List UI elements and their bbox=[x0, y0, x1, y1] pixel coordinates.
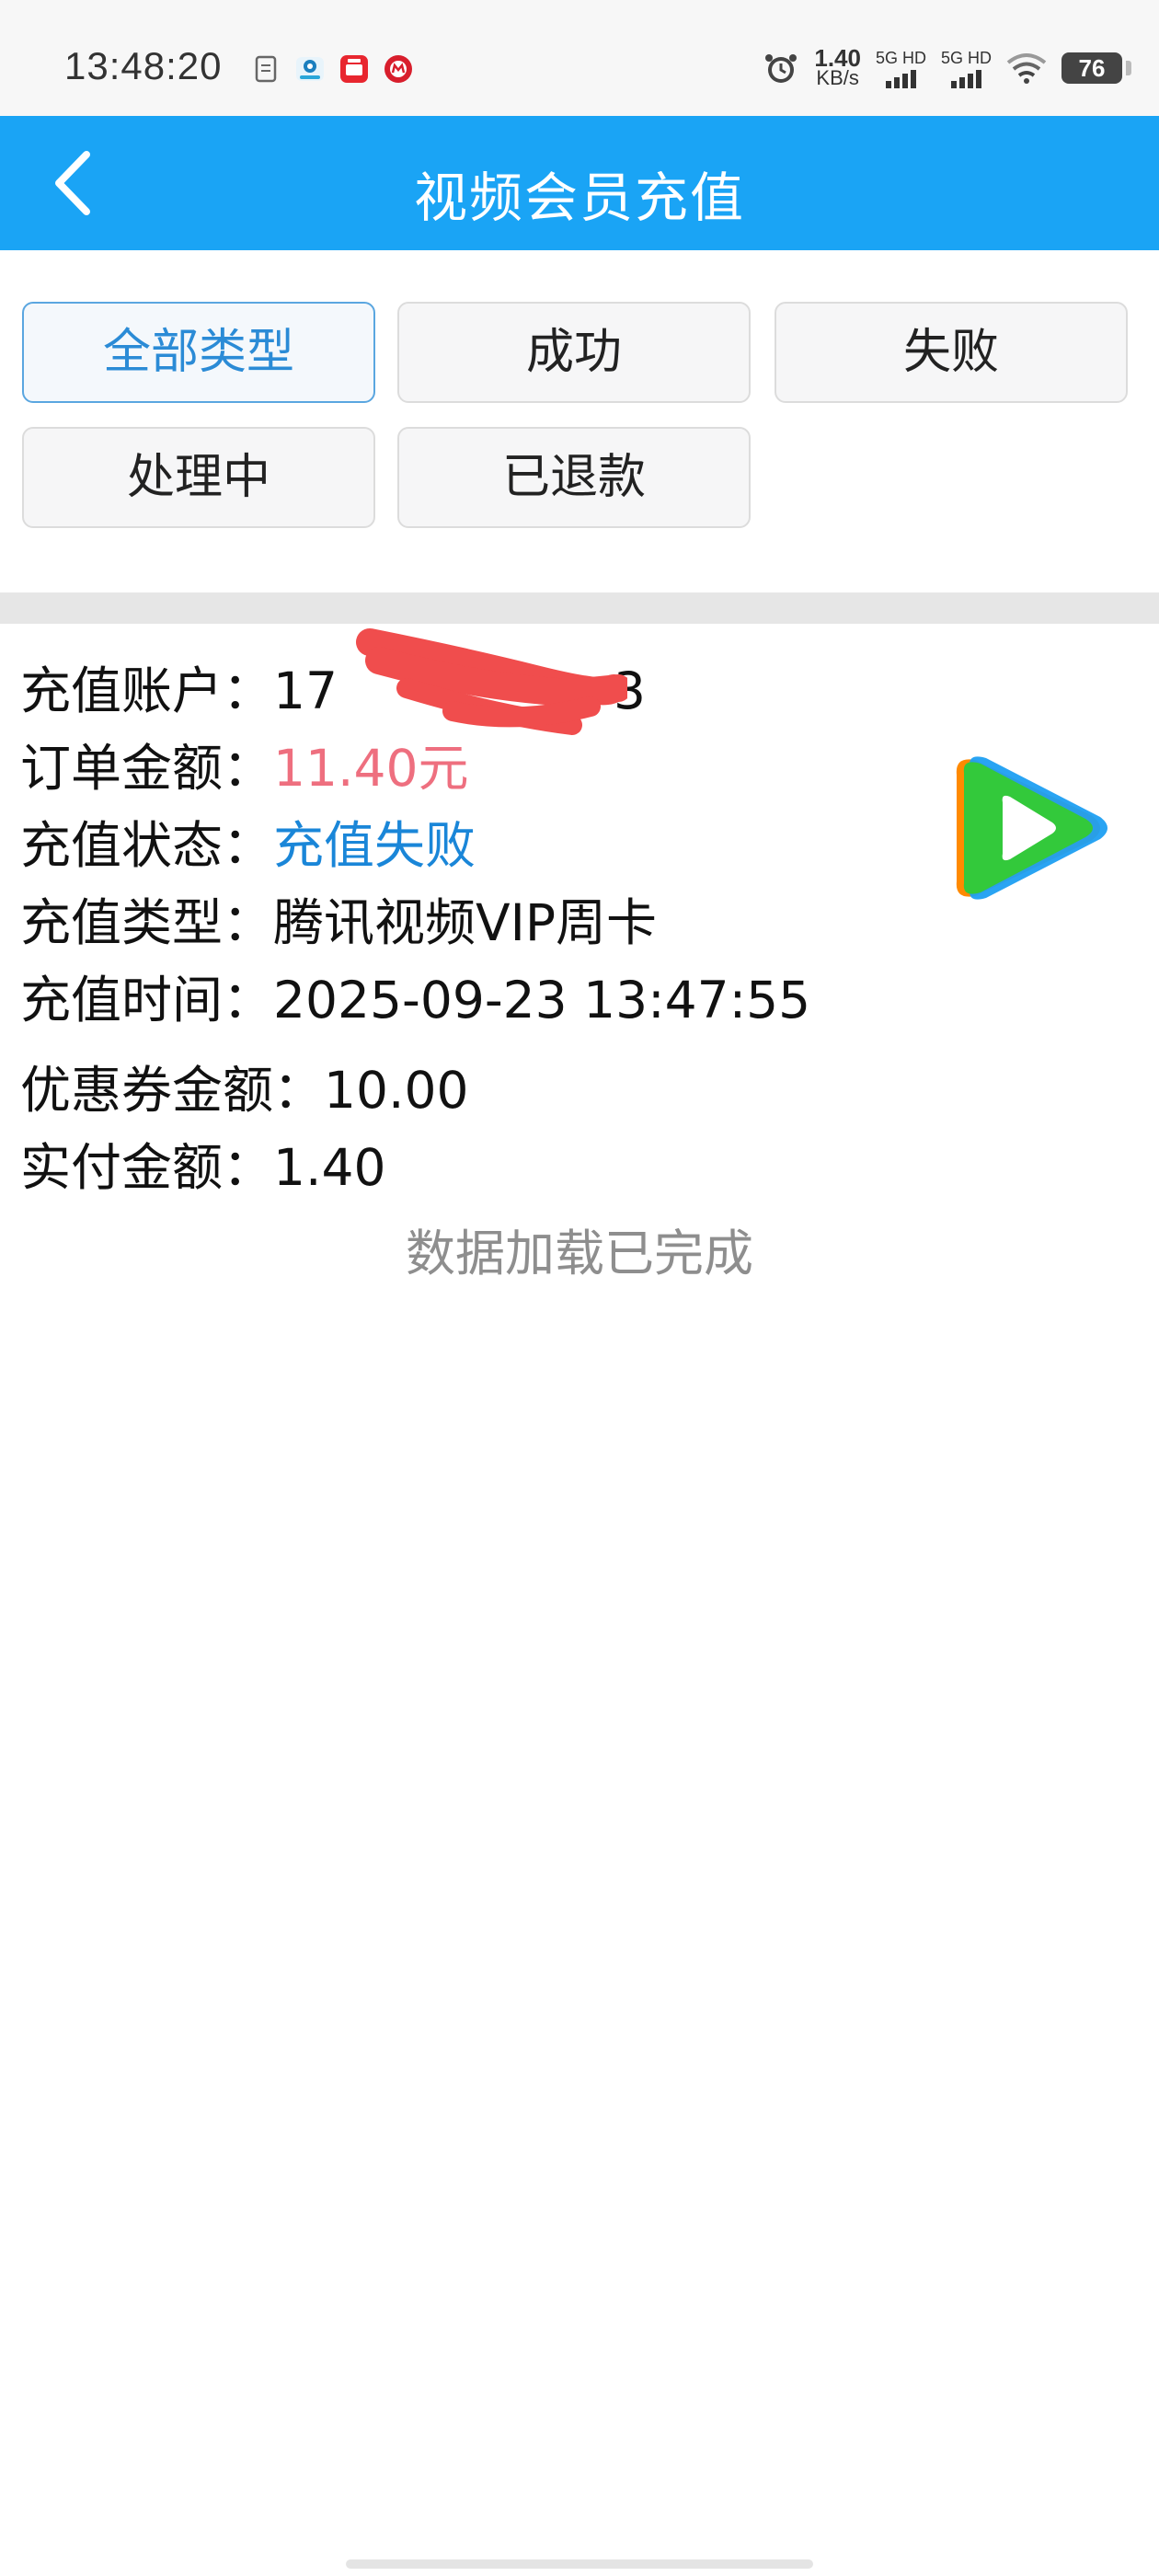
account-value: 17 bbox=[273, 661, 339, 720]
type-value: 腾讯视频VIP周卡 bbox=[273, 893, 658, 952]
time-label: 充值时间： bbox=[20, 971, 274, 1029]
alarm-icon bbox=[765, 54, 798, 83]
redaction-scribble bbox=[356, 628, 627, 735]
status-label: 充值状态： bbox=[20, 816, 274, 875]
paid-label: 实付金额： bbox=[20, 1138, 274, 1197]
sim1-label: 5G HD bbox=[875, 48, 926, 67]
filter-processing-button[interactable]: 处理中 bbox=[22, 427, 375, 528]
order-time-row: 充值时间：2025-09-23 13:47:55 bbox=[20, 959, 810, 1032]
document-icon bbox=[255, 55, 277, 83]
wifi-icon bbox=[1006, 53, 1047, 84]
amount-value: 11.40元 bbox=[273, 739, 469, 798]
filter-success-button[interactable]: 成功 bbox=[397, 302, 751, 403]
shopping-app-icon bbox=[340, 55, 368, 83]
filter-all-button[interactable]: 全部类型 bbox=[22, 302, 375, 403]
coupon-value: 10.00 bbox=[324, 1061, 469, 1120]
camera-app-icon bbox=[296, 57, 324, 81]
network-speed: 1.40 KB/s bbox=[814, 44, 861, 89]
bank-app-icon bbox=[384, 55, 412, 83]
page-title: 视频会员充值 bbox=[413, 167, 745, 229]
app-header: 视频会员充值 bbox=[0, 116, 1159, 250]
section-divider bbox=[0, 592, 1159, 624]
signal-bars-icon bbox=[885, 68, 916, 88]
notification-icons bbox=[250, 53, 414, 85]
filter-refunded-button[interactable]: 已退款 bbox=[397, 427, 751, 528]
filter-failed-button[interactable]: 失败 bbox=[775, 302, 1128, 403]
amount-label: 订单金额： bbox=[20, 739, 274, 798]
load-status-text: 数据加载已完成 bbox=[406, 1225, 753, 1282]
status-value: 充值失败 bbox=[273, 816, 476, 875]
type-label: 充值类型： bbox=[20, 893, 274, 952]
sim2-label: 5G HD bbox=[940, 48, 992, 67]
order-type-row: 充值类型：腾讯视频VIP周卡 bbox=[20, 881, 657, 955]
sim1-signal: 5G HD bbox=[876, 49, 926, 88]
status-time: 13:48:20 bbox=[64, 44, 223, 87]
sim2-signal: 5G HD bbox=[941, 49, 992, 88]
order-account-row: 充值账户：17 3 bbox=[20, 628, 646, 735]
paid-amount-row: 实付金额：1.40 bbox=[20, 1126, 385, 1200]
network-speed-value: 1.40 bbox=[814, 44, 861, 72]
status-bar: 13:48:20 1.40 KB/s 5G HD 5G HD 76 bbox=[0, 0, 1159, 116]
coupon-amount-row: 优惠券金额：10.00 bbox=[20, 1049, 468, 1122]
home-indicator[interactable] bbox=[346, 2559, 813, 2569]
tencent-video-logo-icon bbox=[956, 756, 1107, 900]
coupon-label: 优惠券金额： bbox=[20, 1061, 325, 1120]
network-speed-unit: KB/s bbox=[816, 66, 859, 89]
order-amount-row: 订单金额：11.40元 bbox=[20, 727, 468, 800]
status-indicators: 1.40 KB/s 5G HD 5G HD 76 bbox=[763, 44, 1131, 89]
signal-bars-icon bbox=[950, 68, 981, 88]
battery-indicator: 76 bbox=[1061, 52, 1131, 84]
account-label: 充值账户： bbox=[20, 661, 274, 720]
time-value: 2025-09-23 13:47:55 bbox=[273, 971, 811, 1029]
paid-value: 1.40 bbox=[273, 1138, 386, 1197]
order-status-row: 充值状态：充值失败 bbox=[20, 804, 476, 878]
